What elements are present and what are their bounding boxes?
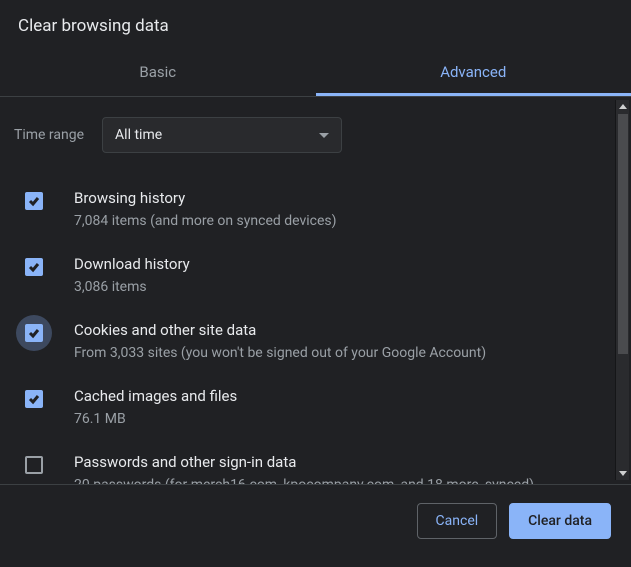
checkbox-holder [16, 183, 52, 219]
clear-data-button[interactable]: Clear data [509, 503, 611, 539]
check-icon [28, 195, 40, 207]
item-title: Cookies and other site data [74, 321, 486, 339]
checkbox-cookies[interactable] [25, 324, 43, 342]
checkbox-browsing-history[interactable] [25, 192, 43, 210]
chevron-down-icon [319, 133, 329, 138]
item-title: Browsing history [74, 189, 337, 207]
time-range-label: Time range [14, 127, 84, 143]
item-subtitle: From 3,033 sites (you won't be signed ou… [74, 344, 486, 363]
item-text: Cookies and other site data From 3,033 s… [74, 321, 486, 363]
checkbox-passwords[interactable] [25, 456, 43, 474]
time-range-select[interactable]: All time [102, 117, 342, 153]
tabs: Basic Advanced [0, 50, 631, 97]
checkbox-holder [16, 249, 52, 285]
dialog-footer: Cancel Clear data [0, 484, 631, 557]
scrollbar[interactable] [615, 100, 629, 480]
item-text: Browsing history 7,084 items (and more o… [74, 189, 337, 231]
item-text: Download history 3,086 items [74, 255, 190, 297]
scrollbar-thumb[interactable] [618, 114, 628, 354]
item-title: Passwords and other sign-in data [74, 453, 534, 471]
scrollbar-up-icon[interactable] [619, 104, 627, 109]
tab-advanced[interactable]: Advanced [316, 50, 631, 96]
item-text: Passwords and other sign-in data 20 pass… [74, 453, 534, 484]
content-area: Time range All time Browsing history 7,0… [0, 97, 631, 484]
item-title: Cached images and files [74, 387, 237, 405]
list-item: Download history 3,086 items [14, 245, 617, 311]
checkbox-holder [16, 381, 52, 417]
checkbox-download-history[interactable] [25, 258, 43, 276]
tab-basic[interactable]: Basic [0, 50, 316, 96]
list-item: Cookies and other site data From 3,033 s… [14, 311, 617, 377]
scrollbar-down-icon[interactable] [619, 471, 627, 476]
scroll-area[interactable]: Time range All time Browsing history 7,0… [0, 97, 631, 484]
checkbox-holder [16, 315, 52, 351]
list-item: Passwords and other sign-in data 20 pass… [14, 443, 617, 484]
item-text: Cached images and files 76.1 MB [74, 387, 237, 429]
item-subtitle: 3,086 items [74, 278, 190, 297]
checkbox-holder [16, 447, 52, 483]
time-range-row: Time range All time [14, 117, 617, 153]
list-item: Browsing history 7,084 items (and more o… [14, 179, 617, 245]
cancel-button[interactable]: Cancel [417, 503, 498, 539]
time-range-value: All time [115, 127, 162, 143]
item-subtitle: 76.1 MB [74, 410, 237, 429]
item-subtitle: 7,084 items (and more on synced devices) [74, 212, 337, 231]
check-icon [28, 327, 40, 339]
list-item: Cached images and files 76.1 MB [14, 377, 617, 443]
check-icon [28, 393, 40, 405]
item-subtitle: 20 passwords (for merch16.com, kpocompan… [74, 476, 534, 484]
check-icon [28, 261, 40, 273]
dialog-title: Clear browsing data [0, 0, 631, 50]
checkbox-cached-images[interactable] [25, 390, 43, 408]
item-title: Download history [74, 255, 190, 273]
